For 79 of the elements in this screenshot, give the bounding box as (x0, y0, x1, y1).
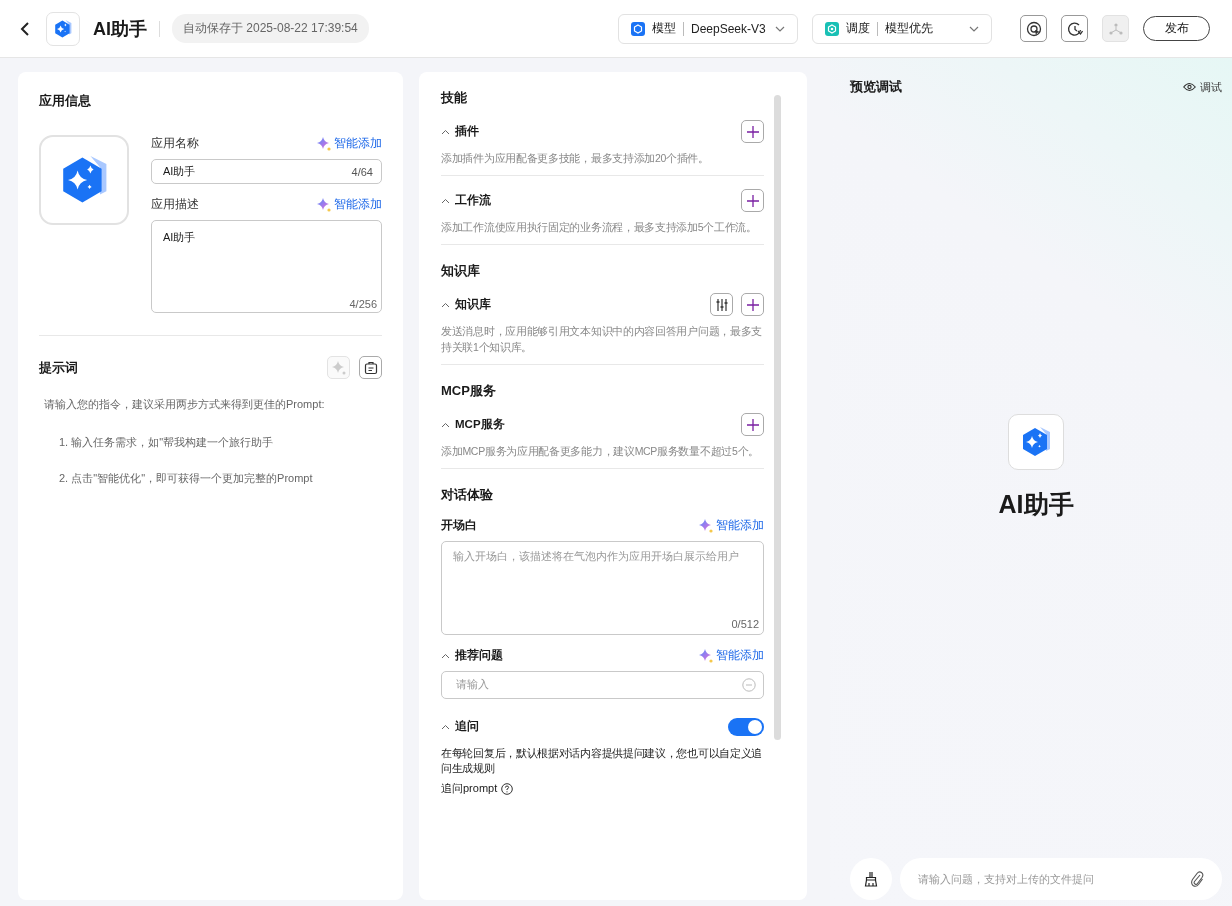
opening-field[interactable]: 输入开场白，该描述将在气泡内作为应用开场白展示给用户 0/512 (441, 541, 764, 635)
eye-icon (1183, 82, 1196, 92)
caret-up-icon[interactable] (441, 652, 450, 659)
caret-up-icon[interactable] (441, 301, 450, 308)
prompt-hint-step: 2. 点击"智能优化"，即可获得一个更加完整的Prompt (44, 471, 377, 486)
publish-button[interactable]: 发布 (1143, 16, 1210, 41)
plus-icon (746, 194, 759, 207)
group-title: 追问 (455, 719, 479, 734)
caret-up-icon[interactable] (441, 128, 450, 135)
add-button[interactable] (741, 189, 764, 212)
autosave-badge: 自动保存于 2025-08-22 17:39:54 (172, 14, 369, 43)
group-title: MCP服务 (455, 417, 505, 432)
app-title: AI助手 (93, 17, 147, 41)
add-button[interactable] (741, 293, 764, 316)
group-title: 工作流 (455, 193, 491, 208)
app-logo-tile[interactable] (39, 135, 129, 225)
schedule-icon (825, 21, 839, 36)
run-target-button[interactable] (1020, 15, 1047, 42)
field-label: 追问prompt (441, 782, 498, 796)
group-title: 插件 (455, 124, 479, 139)
prompt-field[interactable]: 请输入您的指令，建议采用两步方式来得到更佳的Prompt: 1. 输入任务需求，如"帮我构建一个旅行助手 2. 点击"智能优化"，即可获得一个更加完整的Prompt (39, 397, 382, 486)
group-title: 知识库 (455, 297, 491, 312)
sparkle-icon (331, 360, 346, 375)
plus-icon (746, 125, 759, 138)
panel-title: 预览调试 (850, 78, 902, 96)
history-button[interactable] (1061, 15, 1088, 42)
settings-button[interactable] (710, 293, 733, 316)
chevron-down-icon (775, 25, 785, 32)
sparkle-icon (317, 136, 331, 151)
help-icon[interactable] (501, 782, 514, 795)
model-selector[interactable]: 模型 DeepSeek-V3 (618, 13, 798, 44)
model-icon (631, 21, 645, 36)
plus-icon (746, 298, 759, 311)
field-label: 开场白 (441, 518, 477, 533)
smart-add-link[interactable]: 智能添加 (317, 135, 382, 152)
clipboard-icon (363, 360, 378, 375)
group-description: 发送消息时，应用能够引用文本知识中的内容回答用户问题，最多支持关联1个知识库。 (441, 324, 763, 355)
template-button[interactable] (359, 356, 382, 379)
add-button[interactable] (741, 413, 764, 436)
add-button[interactable] (741, 120, 764, 143)
group-description: 添加MCP服务为应用配备更多能力，建议MCP服务数量不超过5个。 (441, 444, 760, 459)
group-description: 添加插件为应用配备更多技能，最多支持添加20个插件。 (441, 151, 710, 166)
prompt-hint: 请输入您的指令，建议采用两步方式来得到更佳的Prompt: (44, 397, 326, 412)
schedule-selector[interactable]: 调度 模型优先 (812, 13, 992, 44)
smart-add-link[interactable]: 智能添加 (317, 196, 382, 213)
caret-up-icon[interactable] (441, 421, 450, 428)
caret-up-icon[interactable] (441, 197, 450, 204)
description-field[interactable]: AI助手 4/256 (151, 220, 382, 313)
name-field[interactable]: AI助手 4/64 (151, 159, 382, 184)
scrollbar[interactable] (774, 95, 781, 740)
section-title: MCP服务 (441, 383, 497, 399)
section-title: 知识库 (441, 263, 481, 279)
followup-description: 在每轮回复后，默认根据对话内容提供提问建议，您也可以自定义追问生成规则 (441, 746, 763, 776)
section-title: 对话体验 (441, 487, 494, 503)
broom-icon (863, 871, 879, 887)
sparkle-icon (699, 648, 713, 663)
followup-toggle[interactable] (728, 717, 764, 736)
chevron-down-icon (969, 25, 979, 32)
caret-up-icon[interactable] (441, 723, 450, 730)
history-icon (1066, 20, 1083, 37)
sparkle-icon (317, 197, 331, 212)
section-title: 提示词 (39, 358, 78, 377)
section-title: 技能 (441, 90, 468, 106)
app-name: AI助手 (998, 488, 1074, 520)
sliders-icon (714, 297, 729, 312)
section-title: 应用信息 (39, 92, 92, 110)
field-label: 应用描述 (151, 196, 199, 213)
smart-add-link[interactable]: 智能添加 (699, 647, 764, 664)
sparkle-icon (699, 518, 713, 533)
clear-chat-button[interactable] (850, 858, 892, 900)
plus-icon (746, 418, 759, 431)
field-label: 应用名称 (151, 135, 199, 152)
debug-button[interactable]: 调试 (1183, 79, 1222, 95)
smart-add-link[interactable]: 智能添加 (699, 517, 764, 534)
target-icon (1025, 20, 1042, 37)
group-description: 添加工作流使应用执行固定的业务流程，最多支持添加5个工作流。 (441, 220, 758, 235)
paperclip-icon[interactable] (1190, 870, 1204, 888)
prompt-hint-step: 1. 输入任务需求，如"帮我构建一个旅行助手 (44, 435, 377, 450)
group-title: 推荐问题 (455, 648, 503, 663)
